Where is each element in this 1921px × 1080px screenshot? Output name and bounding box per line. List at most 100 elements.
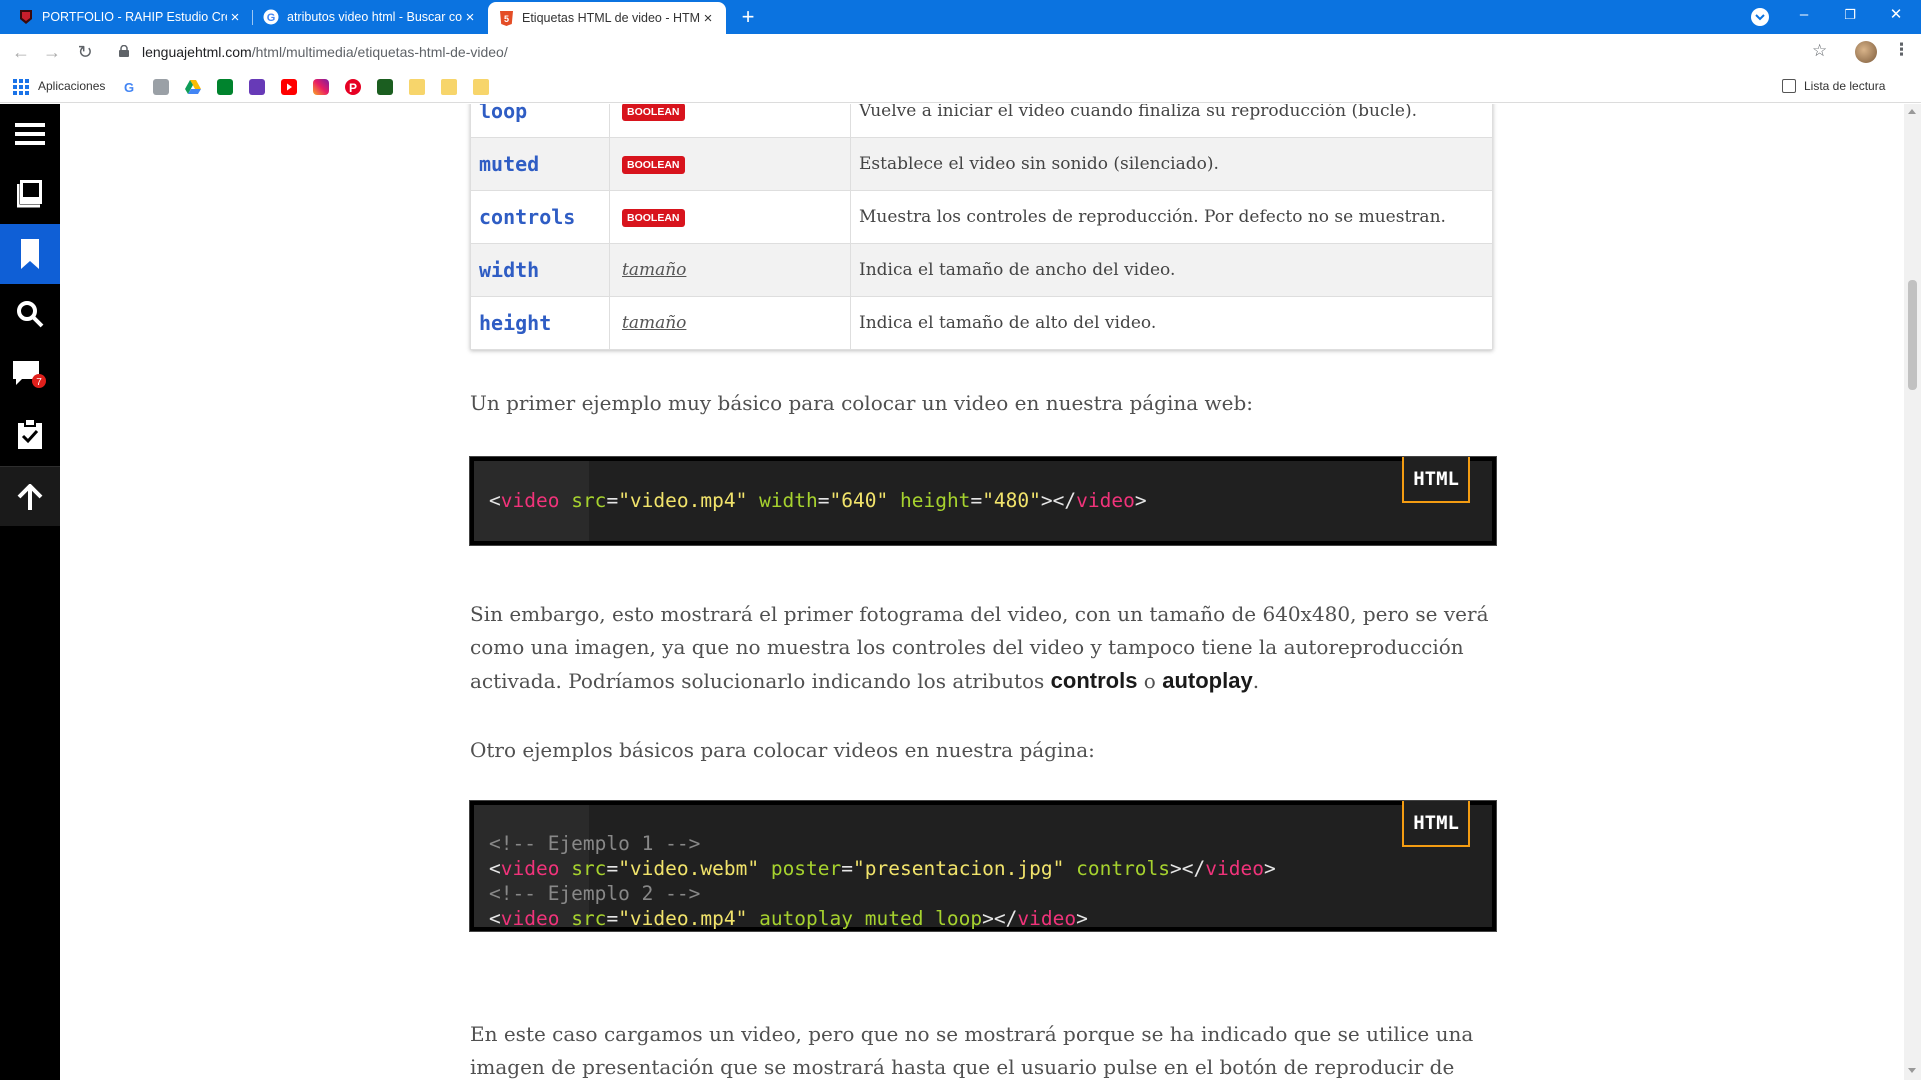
tab-title: atributos video html - Buscar con Google xyxy=(287,10,462,24)
window-close-button[interactable]: ✕ xyxy=(1873,0,1919,34)
menu-button[interactable] xyxy=(0,104,60,164)
tab-close-icon[interactable]: × xyxy=(462,9,478,26)
scroll-top-button[interactable] xyxy=(0,466,60,526)
bookmark-button[interactable] xyxy=(0,224,60,284)
paragraph: Un primer ejemplo muy básico para coloca… xyxy=(470,391,1254,415)
paragraph: Otro ejemplos básicos para colocar video… xyxy=(470,738,1095,762)
app-bookmark-icon[interactable] xyxy=(377,79,393,95)
new-tab-button[interactable]: + xyxy=(735,4,761,30)
reading-list-button[interactable]: Lista de lectura xyxy=(1804,79,1885,93)
drive-bookmark-icon[interactable] xyxy=(185,79,201,95)
url-text[interactable]: lenguajehtml.com/html/multimedia/etiquet… xyxy=(142,44,508,60)
arrow-up-icon xyxy=(17,483,43,510)
photos-bookmark-icon[interactable] xyxy=(153,79,169,95)
folder-bookmark-icon[interactable] xyxy=(473,79,489,95)
attr-name: muted xyxy=(470,137,610,191)
google-favicon-icon: G xyxy=(263,9,279,25)
svg-text:G: G xyxy=(124,80,134,95)
bookmark-star-icon[interactable]: ☆ xyxy=(1812,41,1827,61)
menu-icon xyxy=(15,123,45,145)
comments-button[interactable]: 7 xyxy=(0,344,60,404)
bookmarks-bar: Aplicaciones G P Lista de lectura xyxy=(0,70,1921,103)
scroll-down-arrow-icon[interactable] xyxy=(1908,1068,1916,1073)
table-row: loop BOOLEAN Vuelve a iniciar el video c… xyxy=(470,104,1493,138)
tab-title: PORTFOLIO - RAHIP Estudio Creativo xyxy=(42,10,227,24)
instagram-bookmark-icon[interactable] xyxy=(313,79,329,95)
apps-grid-icon[interactable] xyxy=(13,79,29,95)
back-arrow-icon[interactable]: ← xyxy=(8,39,34,65)
attr-desc: Indica el tamaño de alto del video. xyxy=(850,296,1493,350)
browser-tab-strip: PORTFOLIO - RAHIP Estudio Creativo × G a… xyxy=(0,0,1921,34)
tab-close-icon[interactable]: × xyxy=(700,10,716,27)
attr-desc: Establece el video sin sonido (silenciad… xyxy=(850,137,1493,191)
code-keyword: autoplay xyxy=(1162,668,1253,693)
window-restore-button[interactable]: ❐ xyxy=(1827,0,1873,34)
url-path: /html/multimedia/etiquetas-html-de-video… xyxy=(251,44,508,60)
pinterest-bookmark-icon[interactable]: P xyxy=(345,79,361,95)
browser-toolbar: ← → ↻ lenguajehtml.com/html/multimedia/e… xyxy=(0,34,1921,70)
profile-avatar[interactable] xyxy=(1855,41,1877,63)
video-attributes-table: loop BOOLEAN Vuelve a iniciar el video c… xyxy=(470,104,1493,350)
reload-icon[interactable]: ↻ xyxy=(72,39,98,65)
forward-arrow-icon[interactable]: → xyxy=(39,39,65,65)
book-button[interactable] xyxy=(0,164,60,224)
type-link[interactable]: tamaño xyxy=(622,313,686,333)
table-row: muted BOOLEAN Establece el video sin son… xyxy=(470,137,1493,191)
youtube-bookmark-icon[interactable] xyxy=(281,79,297,95)
attr-type: BOOLEAN xyxy=(609,137,851,191)
search-button[interactable] xyxy=(0,284,60,344)
clipboard-check-icon xyxy=(18,419,42,449)
folder-bookmark-icon[interactable] xyxy=(409,79,425,95)
meet-bookmark-icon[interactable] xyxy=(217,79,233,95)
attr-type: tamaño xyxy=(609,296,851,350)
attr-name: controls xyxy=(470,190,610,244)
site-sidebar: 7 xyxy=(0,104,60,1080)
window-minimize-button[interactable]: – xyxy=(1781,0,1827,34)
folder-bookmark-icon[interactable] xyxy=(441,79,457,95)
paragraph: Sin embargo, esto mostrará el primer fot… xyxy=(470,602,1489,693)
attr-type: BOOLEAN xyxy=(609,190,851,244)
attr-desc: Indica el tamaño de ancho del video. xyxy=(850,243,1493,297)
tab-title: Etiquetas HTML de video - HTML en españo… xyxy=(522,11,700,25)
portfolio-favicon-icon xyxy=(18,9,34,25)
html5-favicon-icon: 5 xyxy=(498,10,514,26)
tab-portfolio[interactable]: PORTFOLIO - RAHIP Estudio Creativo × xyxy=(8,0,253,34)
svg-text:7: 7 xyxy=(36,377,42,388)
attr-name: height xyxy=(470,296,610,350)
table-row: controls BOOLEAN Muestra los controles d… xyxy=(470,190,1493,244)
book-icon xyxy=(17,180,42,208)
attr-type: BOOLEAN xyxy=(609,104,851,138)
code-line: <video src="video.mp4" width="640" heigh… xyxy=(489,489,1147,512)
code-block: HTML <video src="video.mp4" width="640" … xyxy=(470,457,1496,545)
apps-shortcut[interactable]: Aplicaciones xyxy=(38,79,105,93)
table-row: height tamaño Indica el tamaño de alto d… xyxy=(470,296,1493,350)
code-keyword: controls xyxy=(1050,668,1138,693)
forms-bookmark-icon[interactable] xyxy=(249,79,265,95)
page-scrollbar[interactable] xyxy=(1904,104,1921,1080)
paragraph: En este caso cargamos un video, pero que… xyxy=(470,1022,1474,1079)
svg-text:G: G xyxy=(267,12,276,24)
scroll-up-arrow-icon[interactable] xyxy=(1908,109,1916,114)
attr-name: width xyxy=(470,243,610,297)
attr-type: tamaño xyxy=(609,243,851,297)
tab-search-icon[interactable] xyxy=(1751,8,1769,26)
lock-icon[interactable] xyxy=(119,45,129,57)
url-host: lenguajehtml.com xyxy=(142,44,252,60)
address-bar[interactable]: lenguajehtml.com/html/multimedia/etiquet… xyxy=(109,38,1829,66)
reading-list-icon[interactable] xyxy=(1782,79,1796,93)
tab-etiquetas-video[interactable]: 5 Etiquetas HTML de video - HTML en espa… xyxy=(488,2,726,34)
page-viewport: 7 loop BOOLEAN Vuelve a iniciar el video… xyxy=(0,104,1921,1080)
svg-text:5: 5 xyxy=(503,14,508,24)
scrollbar-thumb[interactable] xyxy=(1908,280,1917,390)
boolean-badge: BOOLEAN xyxy=(622,208,685,227)
attr-desc: Muestra los controles de reproducción. P… xyxy=(850,190,1493,244)
tab-google-search[interactable]: G atributos video html - Buscar con Goog… xyxy=(253,0,488,34)
attr-desc: Vuelve a iniciar el video cuando finaliz… xyxy=(850,104,1493,138)
google-bookmark-icon[interactable]: G xyxy=(121,79,137,95)
tab-close-icon[interactable]: × xyxy=(227,9,243,26)
comments-icon: 7 xyxy=(13,361,46,388)
search-icon xyxy=(17,301,44,328)
browser-menu-icon[interactable]: ⋮ xyxy=(1893,40,1910,60)
type-link[interactable]: tamaño xyxy=(622,260,686,280)
tasks-button[interactable] xyxy=(0,404,60,464)
